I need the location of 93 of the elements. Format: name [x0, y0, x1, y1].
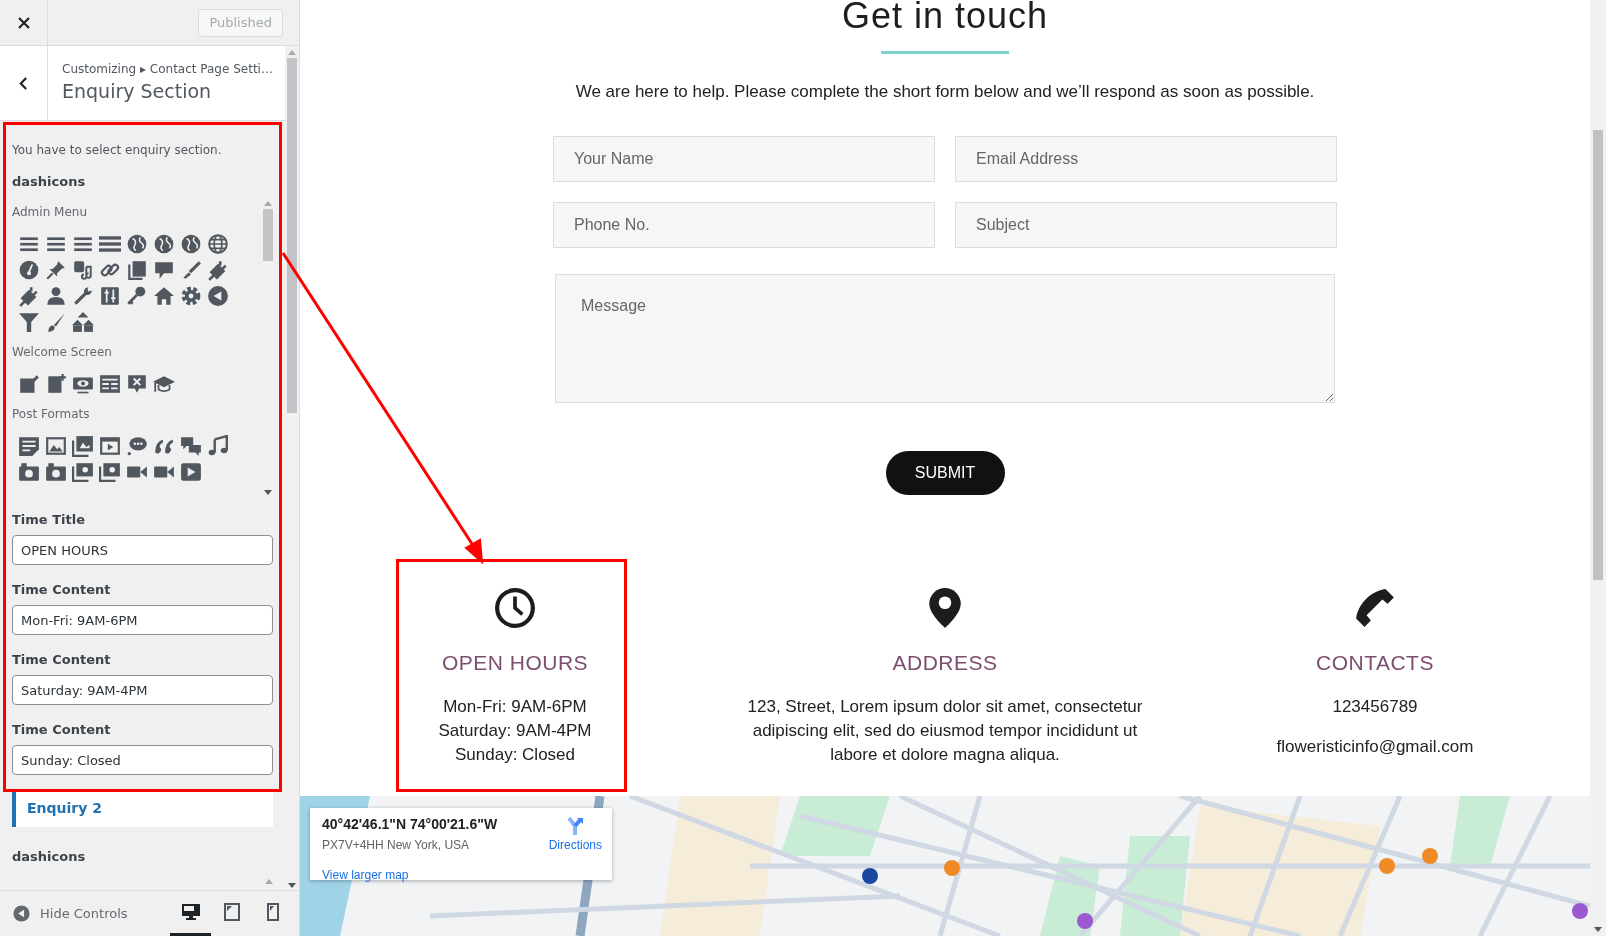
- info-text: Saturday: 9AM-4PM: [438, 720, 592, 742]
- add-page-icon[interactable]: [45, 373, 67, 395]
- directions-icon: [565, 816, 586, 836]
- chevron-left-icon: [19, 75, 28, 91]
- field-label: Time Content: [12, 652, 112, 667]
- speech-bubble-icon[interactable]: [153, 259, 175, 281]
- info-text: floweristicinfo@gmail.com: [1276, 736, 1474, 758]
- text-field[interactable]: OPEN HOURS: [12, 535, 273, 565]
- clock-icon: [494, 587, 536, 629]
- media-icon[interactable]: [72, 259, 94, 281]
- desktop-icon: [180, 903, 201, 921]
- collapse-icon: [13, 905, 30, 922]
- scroll-down-icon: [1594, 927, 1602, 932]
- group-label: Welcome Screen: [12, 345, 113, 359]
- text-field[interactable]: Your Name: [553, 136, 935, 182]
- note-icon[interactable]: [18, 435, 40, 457]
- submit-button[interactable]: SUBMIT: [885, 451, 1005, 495]
- message-field[interactable]: Message: [555, 274, 1335, 403]
- pages-icon[interactable]: [126, 259, 148, 281]
- info-text: Sunday: Closed: [455, 744, 575, 766]
- brush-icon[interactable]: [180, 259, 202, 281]
- hide-controls-button[interactable]: Hide Controls: [13, 905, 128, 922]
- control-label: dashicons: [12, 174, 87, 189]
- intro-text: We are here to help. Please complete the short form below and we’ll respond as soon as possible.: [575, 82, 1315, 102]
- page-heading: Get in touch: [841, 0, 1049, 32]
- camera-icon[interactable]: [18, 461, 40, 483]
- person-icon[interactable]: [45, 285, 67, 307]
- scroll-up-icon: [264, 201, 272, 206]
- scroll-thumb[interactable]: [263, 209, 273, 261]
- menu-icon[interactable]: [99, 233, 121, 255]
- funnel-icon[interactable]: [18, 311, 40, 333]
- plug-icon[interactable]: [207, 259, 229, 281]
- globe-icon[interactable]: [126, 233, 148, 255]
- gauge-icon[interactable]: [18, 259, 40, 281]
- image-icon[interactable]: [45, 435, 67, 457]
- key-icon[interactable]: [126, 285, 148, 307]
- section-title: Enquiry Section: [62, 80, 213, 102]
- text-field[interactable]: Sunday: Closed: [12, 745, 273, 775]
- group-label: Post Formats: [12, 407, 91, 421]
- text-field[interactable]: Mon-Fri: 9AM-6PM: [12, 605, 273, 635]
- images-icon[interactable]: [99, 461, 121, 483]
- plug-icon[interactable]: [18, 285, 40, 307]
- houses-icon[interactable]: [72, 311, 94, 333]
- info-text: Mon-Fri: 9AM-6PM: [443, 696, 587, 718]
- dismiss-bubble-icon[interactable]: [126, 373, 148, 395]
- chat-bubble-icon[interactable]: [126, 435, 148, 457]
- text-field[interactable]: Phone No.: [553, 202, 935, 248]
- scroll-down-icon: [288, 883, 296, 888]
- info-title: CONTACTS: [1316, 651, 1434, 675]
- gallery-icon[interactable]: [72, 435, 94, 457]
- chats-icon[interactable]: [180, 435, 202, 457]
- field-label: Time Title: [12, 512, 87, 527]
- sliders-icon[interactable]: [99, 285, 121, 307]
- info-title: OPEN HOURS: [441, 651, 589, 675]
- camera-icon[interactable]: [45, 461, 67, 483]
- play-icon[interactable]: [180, 461, 202, 483]
- group-label: Admin Menu: [12, 205, 88, 219]
- scroll-up-icon: [265, 879, 273, 884]
- pushpin-icon[interactable]: [45, 259, 67, 281]
- images-icon[interactable]: [72, 461, 94, 483]
- scroll-thumb[interactable]: [287, 58, 297, 413]
- wrench-icon[interactable]: [72, 285, 94, 307]
- info-text: 123, Street, Lorem ipsum dolor sit amet, consectetur adipiscing elit, sed do eiusmod tempor incididunt ut labore et dolore magna aliqua.: [746, 696, 1144, 766]
- directions-link[interactable]: Directions: [548, 816, 602, 880]
- field-label: Time Content: [12, 722, 112, 737]
- tablet-icon: [221, 903, 242, 921]
- text-field[interactable]: Saturday: 9AM-4PM: [12, 675, 273, 705]
- house-icon[interactable]: [153, 285, 175, 307]
- phone-icon: [1354, 587, 1396, 629]
- music-note-icon[interactable]: [207, 435, 229, 457]
- edit-icon[interactable]: [18, 373, 40, 395]
- scroll-thumb[interactable]: [1593, 130, 1603, 580]
- scrollbar[interactable]: [1590, 0, 1606, 936]
- info-title: ADDRESS: [892, 651, 998, 675]
- globe-icon[interactable]: [153, 233, 175, 255]
- globe-icon[interactable]: [180, 233, 202, 255]
- section-description: You have to select enquiry section.: [12, 143, 223, 157]
- larger-map-link[interactable]: View larger map: [322, 868, 498, 882]
- place-address: PX7V+4HH New York, USA: [322, 838, 471, 852]
- layout-icon[interactable]: [99, 373, 121, 395]
- close-icon: [17, 16, 30, 29]
- control-label: dashicons: [12, 849, 87, 864]
- scroll-down-icon: [264, 490, 272, 495]
- scroll-up-icon: [288, 50, 296, 55]
- coordinates: 40°42'46.1"N 74°00'21.6"W: [322, 816, 498, 832]
- info-text: 123456789: [1332, 696, 1418, 718]
- breadcrumb: Customizing ▸ Contact Page Setti…: [62, 62, 273, 76]
- text-field[interactable]: Subject: [955, 202, 1337, 248]
- video-frame-icon[interactable]: [99, 435, 121, 457]
- text-field[interactable]: Email Address: [955, 136, 1337, 182]
- gear-icon[interactable]: [180, 285, 202, 307]
- globe-icon[interactable]: [207, 233, 229, 255]
- field-label: Time Content: [12, 582, 112, 597]
